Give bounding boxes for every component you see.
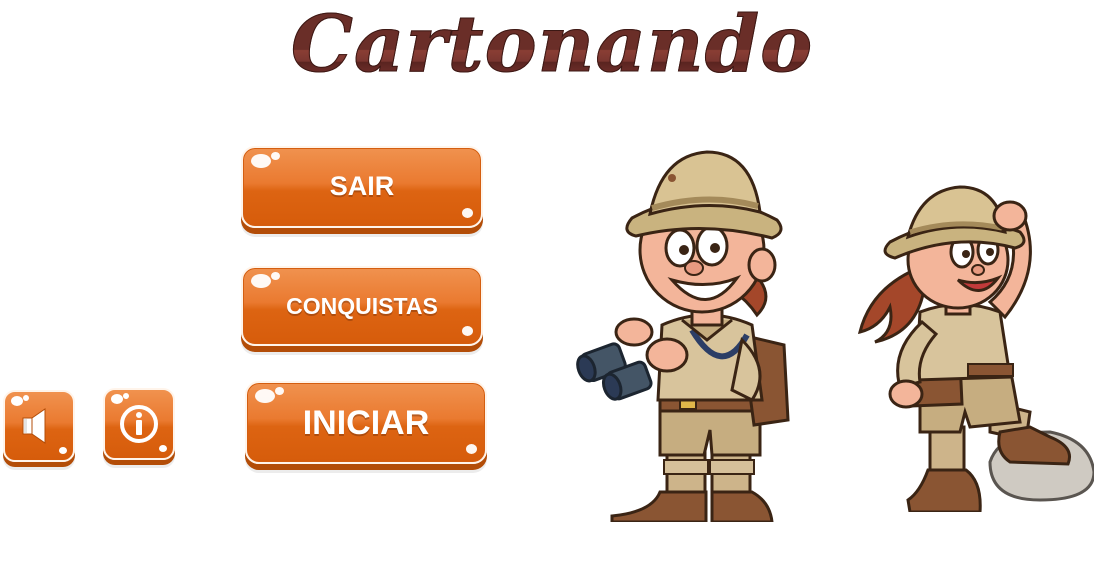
main-menu-screen: Cartonando SAIR CONQUISTAS INICIAR xyxy=(0,0,1094,569)
sound-toggle-button[interactable] xyxy=(3,390,75,462)
info-button[interactable] xyxy=(103,388,175,460)
gloss-highlight xyxy=(251,274,271,288)
gloss-highlight xyxy=(123,393,129,399)
gloss-highlight xyxy=(23,395,29,401)
explorer-girl-illustration xyxy=(857,185,1094,512)
gloss-highlight xyxy=(275,387,284,395)
gloss-highlight xyxy=(271,152,280,160)
gloss-highlight xyxy=(159,445,167,452)
exit-button-label: SAIR xyxy=(329,171,395,201)
explorer-boy-illustration xyxy=(576,150,790,522)
gloss-highlight xyxy=(462,326,473,336)
gloss-highlight xyxy=(271,272,280,280)
gloss-highlight xyxy=(466,444,477,454)
start-button-label: INICIAR xyxy=(302,404,430,442)
gloss-highlight xyxy=(462,208,473,218)
achievements-button[interactable]: CONQUISTAS xyxy=(241,266,483,346)
info-icon xyxy=(120,405,158,443)
gloss-highlight xyxy=(251,154,271,168)
start-button[interactable]: INICIAR xyxy=(245,381,487,464)
game-title: Cartonando xyxy=(252,0,852,90)
gloss-highlight xyxy=(255,389,275,403)
exit-button[interactable]: SAIR xyxy=(241,146,483,228)
gloss-highlight xyxy=(59,447,67,454)
achievements-button-label: CONQUISTAS xyxy=(286,293,438,319)
speaker-icon xyxy=(22,408,46,444)
